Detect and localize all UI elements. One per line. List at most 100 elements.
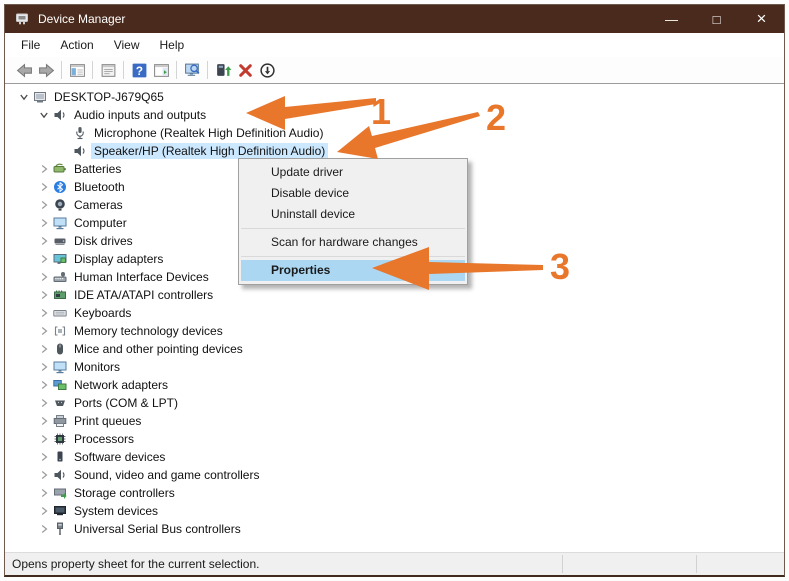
chevron-down-icon[interactable] <box>17 90 31 104</box>
tree-item-system-devices[interactable]: System devices <box>5 502 784 520</box>
toolbar-action-pane-button[interactable] <box>150 59 172 81</box>
chevron-right-icon[interactable] <box>37 342 51 356</box>
chevron-right-icon[interactable] <box>37 216 51 230</box>
monitor-icon <box>53 216 67 230</box>
toolbar-back-button[interactable] <box>13 59 35 81</box>
context-item-uninstall-device[interactable]: Uninstall device <box>241 204 465 225</box>
computer-icon <box>33 90 47 104</box>
chevron-right-icon[interactable] <box>37 288 51 302</box>
tree-item-label: Keyboards <box>74 306 132 320</box>
chevron-right-icon[interactable] <box>37 468 51 482</box>
tree-item-network-adapters[interactable]: Network adapters <box>5 376 784 394</box>
tree-item-label: Batteries <box>74 162 122 176</box>
tree-item-label: Speaker/HP (Realtek High Definition Audi… <box>91 143 329 159</box>
chevron-right-icon[interactable] <box>37 180 51 194</box>
chevron-right-icon[interactable] <box>37 522 51 536</box>
battery-icon <box>53 162 67 176</box>
tree-item-label: Monitors <box>74 360 121 374</box>
tree-item-label: Sound, video and game controllers <box>74 468 260 482</box>
tree-item-software-devices[interactable]: Software devices <box>5 448 784 466</box>
tree-item-mice-and-other-pointing-devices[interactable]: Mice and other pointing devices <box>5 340 784 358</box>
chevron-right-icon[interactable] <box>37 360 51 374</box>
disk-icon <box>53 234 67 248</box>
tree-item-label: Print queues <box>74 414 142 428</box>
toolbar-scan-hardware-button[interactable] <box>181 59 203 81</box>
context-menu-separator <box>241 228 465 229</box>
tree-item-label: System devices <box>74 504 159 518</box>
chevron-down-icon[interactable] <box>37 108 51 122</box>
chevron-right-icon[interactable] <box>37 234 51 248</box>
context-item-disable-device[interactable]: Disable device <box>241 183 465 204</box>
chevron-right-icon[interactable] <box>37 504 51 518</box>
chevron-right-icon[interactable] <box>37 414 51 428</box>
tree-item-ports-com-lpt[interactable]: Ports (COM & LPT) <box>5 394 784 412</box>
chevron-right-icon[interactable] <box>37 378 51 392</box>
toolbar-properties-panel-button[interactable] <box>97 59 119 81</box>
tree-item-label: Memory technology devices <box>74 324 223 338</box>
chevron-right-icon[interactable] <box>37 162 51 176</box>
maximize-button[interactable]: □ <box>694 5 739 33</box>
menu-file[interactable]: File <box>11 33 50 57</box>
context-item-scan-for-hardware-changes[interactable]: Scan for hardware changes <box>241 232 465 253</box>
tree-item-memory-technology-devices[interactable]: Memory technology devices <box>5 322 784 340</box>
context-item-properties[interactable]: Properties <box>241 260 465 281</box>
printer-icon <box>53 414 67 428</box>
menu-view[interactable]: View <box>104 33 150 57</box>
tree-item-label: IDE ATA/ATAPI controllers <box>74 288 214 302</box>
uninstall-device-icon <box>237 62 254 79</box>
menu-help[interactable]: Help <box>150 33 195 57</box>
close-button[interactable]: × <box>739 5 784 33</box>
tree-item-storage-controllers[interactable]: Storage controllers <box>5 484 784 502</box>
tree-item-label: Bluetooth <box>74 180 125 194</box>
tree-item-processors[interactable]: Processors <box>5 430 784 448</box>
toolbar-forward-button[interactable] <box>35 59 57 81</box>
tree-item-print-queues[interactable]: Print queues <box>5 412 784 430</box>
tree-item-label: Computer <box>74 216 127 230</box>
device-tree-pane: DESKTOP-J679Q65 Audio inputs and outputs M… <box>5 84 784 552</box>
tree-item-audio-inputs-and-outputs[interactable]: Audio inputs and outputs <box>5 106 784 124</box>
chevron-right-icon[interactable] <box>37 306 51 320</box>
toolbar-update-driver-button[interactable] <box>212 59 234 81</box>
forward-icon <box>38 62 55 79</box>
toolbar-help-button[interactable]: ? <box>128 59 150 81</box>
help-icon: ? <box>131 62 148 79</box>
chevron-right-icon[interactable] <box>37 396 51 410</box>
disable-device-icon <box>259 62 276 79</box>
status-bar: Opens property sheet for the current sel… <box>5 552 784 575</box>
microphone-icon <box>73 126 87 140</box>
console-tree-icon <box>69 62 86 79</box>
ide-controller-icon <box>53 288 67 302</box>
usb-icon <box>53 522 67 536</box>
toolbar-console-tree-button[interactable] <box>66 59 88 81</box>
chevron-right-icon[interactable] <box>37 270 51 284</box>
properties-panel-icon <box>100 62 117 79</box>
tree-item-ide-ata-atapi-controllers[interactable]: IDE ATA/ATAPI controllers <box>5 286 784 304</box>
status-text: Opens property sheet for the current sel… <box>12 557 260 571</box>
chevron-right-icon[interactable] <box>37 252 51 266</box>
minimize-button[interactable]: — <box>649 5 694 33</box>
memory-icon <box>53 324 67 338</box>
tree-item-monitors[interactable]: Monitors <box>5 358 784 376</box>
menu-action[interactable]: Action <box>50 33 103 57</box>
sound-icon <box>53 468 67 482</box>
tree-item-microphone-realtek-high-definition-audio[interactable]: Microphone (Realtek High Definition Audi… <box>5 124 784 142</box>
chevron-right-icon[interactable] <box>37 324 51 338</box>
context-item-update-driver[interactable]: Update driver <box>241 162 465 183</box>
tree-item-universal-serial-bus-controllers[interactable]: Universal Serial Bus controllers <box>5 520 784 538</box>
chevron-right-icon[interactable] <box>37 198 51 212</box>
device-manager-icon <box>14 11 30 27</box>
tree-item-desktop-j679q65[interactable]: DESKTOP-J679Q65 <box>5 88 784 106</box>
tree-item-label: Processors <box>74 432 135 446</box>
camera-icon <box>53 198 67 212</box>
tree-item-label: Software devices <box>74 450 166 464</box>
tree-item-label: Disk drives <box>74 234 133 248</box>
toolbar-uninstall-device-button[interactable] <box>234 59 256 81</box>
chevron-right-icon[interactable] <box>37 450 51 464</box>
tree-item-keyboards[interactable]: Keyboards <box>5 304 784 322</box>
toolbar-disable-device-button[interactable] <box>256 59 278 81</box>
action-pane-icon <box>153 62 170 79</box>
tree-item-sound-video-and-game-controllers[interactable]: Sound, video and game controllers <box>5 466 784 484</box>
chevron-right-icon[interactable] <box>37 432 51 446</box>
system-icon <box>53 504 67 518</box>
chevron-right-icon[interactable] <box>37 486 51 500</box>
